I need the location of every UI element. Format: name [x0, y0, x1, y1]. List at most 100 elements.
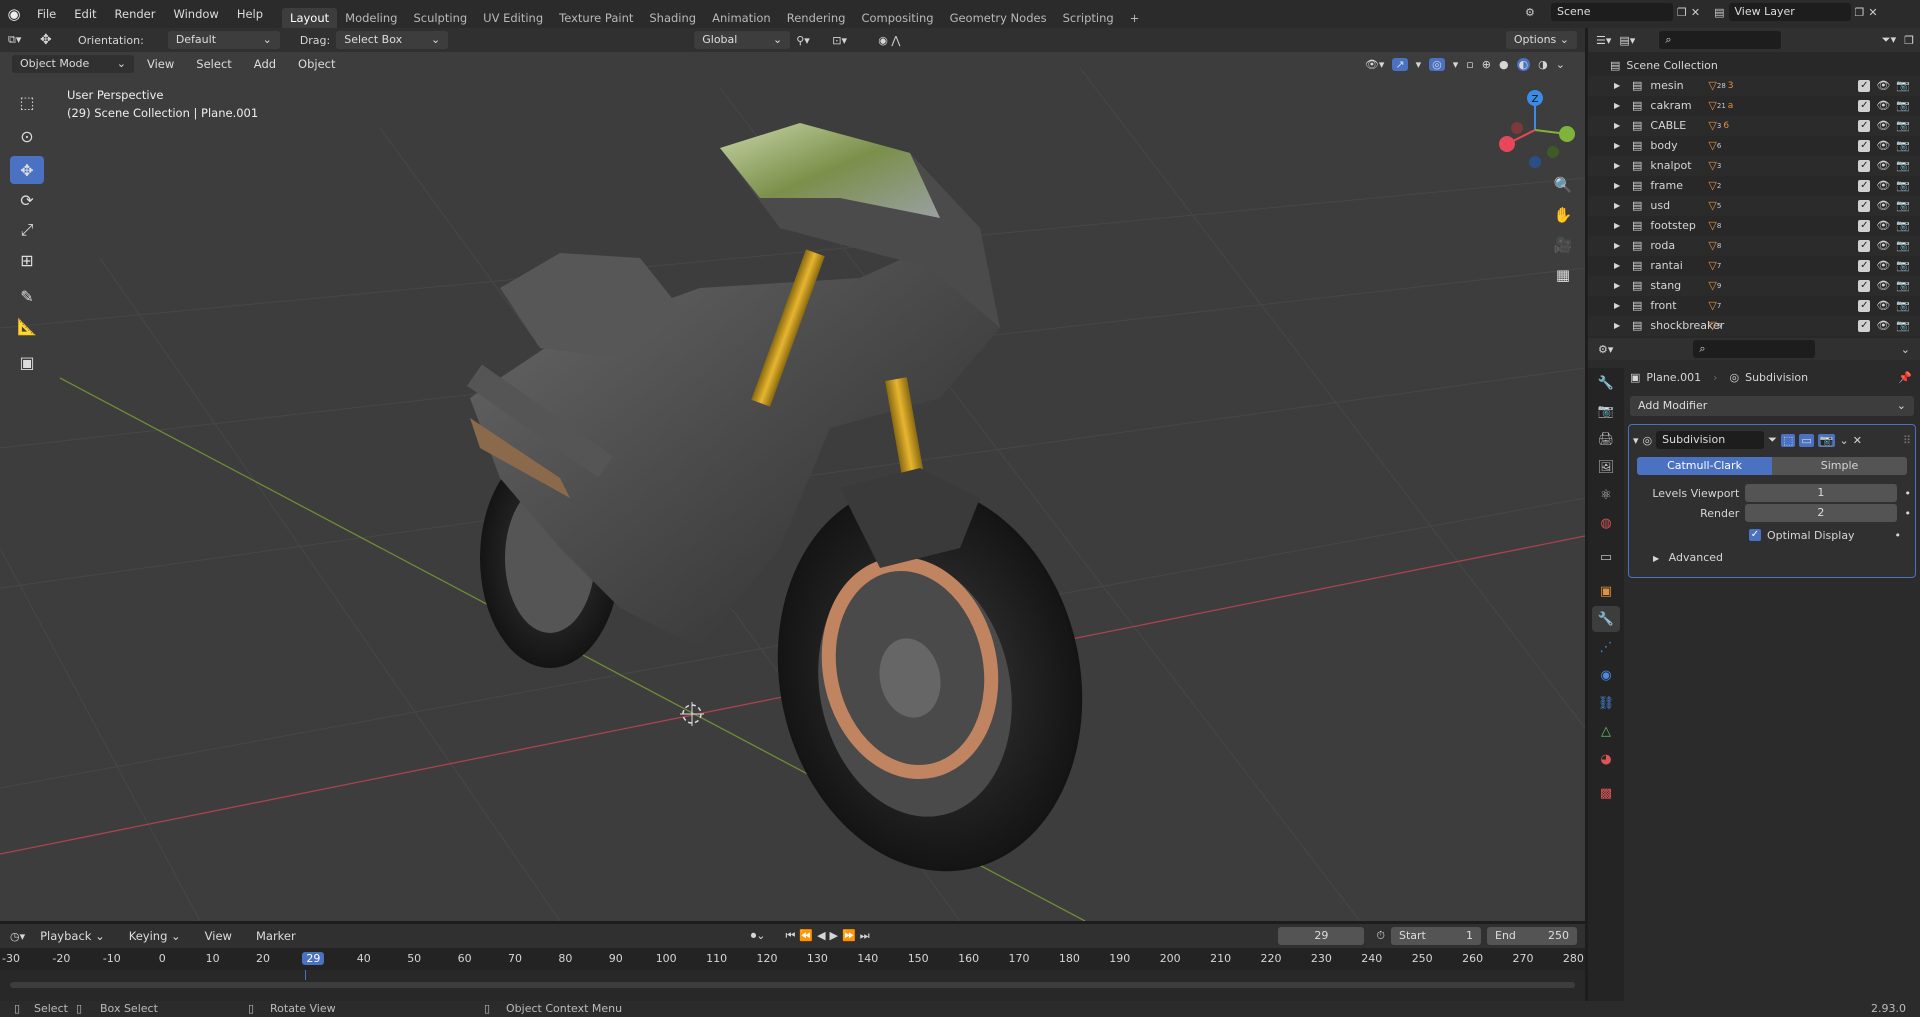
eye-visibility-icon[interactable]: 👁	[1876, 276, 1890, 296]
exclude-checkbox[interactable]: ✓	[1858, 280, 1871, 292]
tab-modeling[interactable]: Modeling	[337, 8, 405, 28]
eye-visibility-icon[interactable]: 👁	[1876, 96, 1890, 116]
eye-visibility-icon[interactable]: 👁	[1876, 196, 1890, 216]
outliner-collection-row[interactable]: ▶ ▤ stang ▽ 9 ✓ 👁 📷	[1588, 276, 1920, 296]
render-toggle-icon[interactable]: 📷	[1817, 433, 1836, 447]
modifier-tab-icon[interactable]: 🔧	[1592, 606, 1620, 632]
expand-arrow-icon[interactable]: ▶	[1614, 196, 1626, 216]
timeline-menu-playback[interactable]: Playback ⌄	[31, 926, 114, 946]
exclude-checkbox[interactable]: ✓	[1858, 200, 1871, 212]
output-tab-icon[interactable]: 🖨	[1592, 426, 1620, 452]
navigation-gizmo[interactable]: Z	[1495, 88, 1575, 168]
display-mode-icon[interactable]: ▤▾	[1619, 34, 1635, 47]
viewport-menu-add[interactable]: Add	[245, 54, 285, 74]
eye-visibility-icon[interactable]: 👁	[1876, 316, 1890, 336]
exclude-checkbox[interactable]: ✓	[1858, 180, 1871, 192]
scene-icon[interactable]: ⚙	[1525, 6, 1547, 19]
exclude-checkbox[interactable]: ✓	[1858, 300, 1871, 312]
data-tab-icon[interactable]: △	[1592, 718, 1620, 744]
eye-visibility-icon[interactable]: 👁	[1876, 76, 1890, 96]
catmull-clark-button[interactable]: Catmull-Clark	[1637, 457, 1772, 475]
menu-window[interactable]: Window	[164, 4, 227, 24]
jump-start-icon[interactable]: ⏮	[785, 929, 799, 942]
3d-viewport[interactable]: ⧉▾ ✥ Orientation: Default ⌄ Drag: Select…	[0, 28, 1585, 921]
shading-options-icon[interactable]: ⌄	[1556, 58, 1565, 71]
add-workspace-button[interactable]: +	[1122, 8, 1148, 28]
select-box-tool-icon[interactable]: ⬚	[10, 88, 44, 116]
exclude-checkbox[interactable]: ✓	[1858, 240, 1871, 252]
pivot-icon[interactable]: ⚲▾	[796, 34, 826, 47]
render-camera-icon[interactable]: 📷	[1896, 156, 1910, 176]
expand-arrow-icon[interactable]: ▶	[1614, 256, 1626, 276]
eye-visibility-icon[interactable]: 👁	[1876, 176, 1890, 196]
keyframe-dot-icon[interactable]: •	[1905, 487, 1912, 500]
texture-tab-icon[interactable]: ▩	[1592, 780, 1620, 806]
world-tab-icon[interactable]: ◍	[1592, 510, 1620, 536]
tab-compositing[interactable]: Compositing	[853, 8, 941, 28]
viewport-menu-view[interactable]: View	[138, 54, 183, 74]
transform-orientation-dropdown[interactable]: Global ⌄	[694, 31, 791, 49]
realtime-display-icon[interactable]: ▭	[1799, 433, 1814, 447]
measure-tool-icon[interactable]: 📐	[10, 312, 44, 340]
timeline-menu-marker[interactable]: Marker	[247, 926, 305, 946]
timeline-track[interactable]	[0, 970, 1585, 1001]
play-reverse-icon[interactable]: ◀	[817, 929, 829, 942]
proportional-edit-icon[interactable]: ◉ ⋀	[878, 34, 918, 47]
next-keyframe-icon[interactable]: ⏩	[842, 929, 860, 942]
blender-logo-icon[interactable]: ◉	[0, 5, 28, 23]
expand-arrow-icon[interactable]: ▶	[1614, 316, 1626, 336]
render-tab-icon[interactable]: 📷	[1592, 398, 1620, 424]
render-camera-icon[interactable]: 📷	[1896, 236, 1910, 256]
exclude-checkbox[interactable]: ✓	[1858, 220, 1871, 232]
modifier-menu-icon[interactable]: ⌄	[1839, 434, 1848, 447]
constraints-tab-icon[interactable]: ⛓	[1592, 690, 1620, 716]
scale-tool-icon[interactable]: ⤢	[10, 216, 44, 244]
exclude-checkbox[interactable]: ✓	[1858, 120, 1871, 132]
outliner-collection-row[interactable]: ▶ ▤ roda ▽ 8 ✓ 👁 📷	[1588, 236, 1920, 256]
collection-tab-icon[interactable]: ▭	[1592, 544, 1620, 570]
add-cube-tool-icon[interactable]: ▣	[10, 348, 44, 376]
view-layer-tab-icon[interactable]: 🖼	[1592, 454, 1620, 480]
pan-hand-icon[interactable]: ✋	[1550, 200, 1576, 230]
outliner-collection-row[interactable]: ▶ ▤ CABLE ▽ 3 6 ✓ 👁 📷	[1588, 116, 1920, 136]
render-camera-icon[interactable]: 📷	[1896, 316, 1910, 336]
material-tab-icon[interactable]: ◕	[1592, 746, 1620, 772]
tab-texture-paint[interactable]: Texture Paint	[551, 8, 641, 28]
tab-sculpting[interactable]: Sculpting	[405, 8, 475, 28]
view-layer-field[interactable]: View Layer	[1728, 3, 1851, 21]
optimal-display-checkbox[interactable]: ✓	[1749, 529, 1761, 541]
auto-keying-icon[interactable]: ⏺⌄	[751, 929, 766, 943]
expand-arrow-icon[interactable]: ▶	[1614, 96, 1626, 116]
render-camera-icon[interactable]: 📷	[1896, 136, 1910, 156]
outliner-collection-row[interactable]: ▶ ▤ usd ▽ 5 ✓ 👁 📷	[1588, 196, 1920, 216]
outliner-editor-icon[interactable]: ☰▾	[1596, 34, 1611, 47]
end-frame-field[interactable]: End 250	[1487, 927, 1577, 945]
new-collection-icon[interactable]: ❐	[1904, 34, 1914, 47]
collapse-arrow-icon[interactable]: ▾	[1633, 434, 1639, 447]
edit-mode-icon[interactable]: ⏷	[1768, 433, 1777, 447]
outliner-collection-row[interactable]: ▶ ▤ frame ▽ 2 ✓ 👁 📷	[1588, 176, 1920, 196]
tab-geometry-nodes[interactable]: Geometry Nodes	[942, 8, 1055, 28]
render-levels-field[interactable]: 2	[1745, 504, 1897, 522]
rendered-shading-icon[interactable]: ◑	[1538, 58, 1548, 71]
particles-tab-icon[interactable]: ⋰	[1592, 634, 1620, 660]
physics-tab-icon[interactable]: ◉	[1592, 662, 1620, 688]
material-shading-icon[interactable]: ◐	[1516, 57, 1531, 71]
tab-rendering[interactable]: Rendering	[779, 8, 854, 28]
delete-view-layer-icon[interactable]: ✕	[1868, 6, 1877, 19]
outliner-collection-row[interactable]: ▶ ▤ mesin ▽ 28 3 ✓ 👁 📷	[1588, 76, 1920, 96]
pin-icon[interactable]: 📌	[1898, 371, 1912, 384]
orientation-dropdown[interactable]: Default ⌄	[167, 31, 280, 49]
prev-keyframe-icon[interactable]: ⏪	[799, 929, 817, 942]
expand-arrow-icon[interactable]: ▶	[1614, 276, 1626, 296]
object-tab-icon[interactable]: ▣	[1592, 578, 1620, 604]
stopwatch-icon[interactable]: ⏱	[1376, 929, 1385, 943]
editor-type-icon[interactable]: ⧉▾	[8, 33, 34, 47]
snap-icon[interactable]: ⊡▾	[832, 34, 872, 47]
options-dropdown[interactable]: Options ⌄	[1505, 31, 1577, 49]
eye-visibility-icon[interactable]: 👁	[1876, 116, 1890, 136]
timeline-menu-keying[interactable]: Keying ⌄	[120, 926, 190, 946]
modifier-name-field[interactable]: Subdivision	[1656, 431, 1765, 449]
jump-end-icon[interactable]: ⏭	[860, 929, 874, 942]
mode-dropdown[interactable]: Object Mode ⌄	[12, 55, 134, 73]
